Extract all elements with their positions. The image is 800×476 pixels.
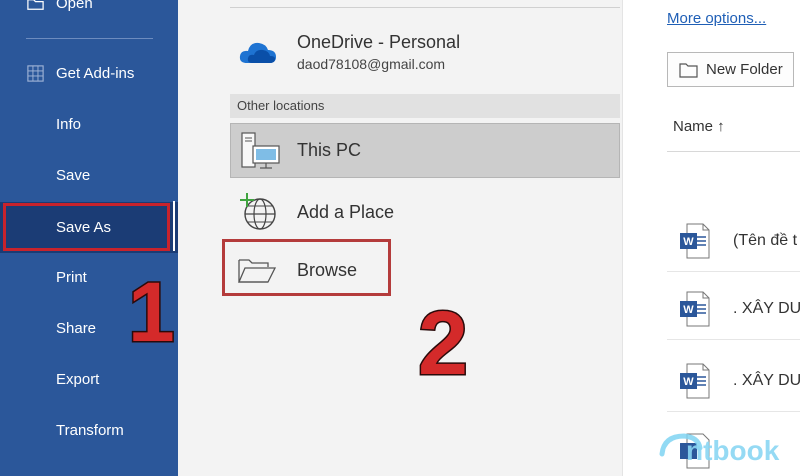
- svg-text:W: W: [683, 376, 694, 388]
- file-name: . XÂY DU: [733, 372, 800, 389]
- file-row-partial[interactable]: [667, 422, 800, 476]
- step-number-2: 2: [416, 293, 469, 396]
- browse-label: Browse: [297, 260, 358, 280]
- sidebar-item-info[interactable]: Info: [0, 99, 178, 150]
- location-browse[interactable]: Browse: [230, 246, 620, 294]
- new-folder-icon: [679, 62, 698, 78]
- sidebar-item-export[interactable]: Export: [0, 354, 178, 405]
- word-doc-icon: [680, 433, 710, 469]
- file-list-panel: More options... New Folder Name ↑ W (Tên…: [622, 0, 800, 476]
- onedrive-email: daod78108@gmail.com: [297, 56, 446, 72]
- folder-open-icon: [27, 0, 44, 10]
- this-pc-label: This PC: [297, 140, 362, 160]
- sidebar-item-label: Transform: [56, 422, 124, 439]
- sidebar-divider: [26, 38, 153, 39]
- backstage-sidebar: Open Get Add-ins Info Save Save As Print…: [0, 0, 178, 476]
- computer-icon: [241, 132, 280, 169]
- personal-section-edge: [230, 0, 620, 8]
- add-place-label: Add a Place: [297, 202, 395, 222]
- name-column-header[interactable]: Name ↑: [673, 118, 725, 135]
- globe-add-icon: [240, 193, 276, 230]
- word-doc-icon: W: [680, 363, 710, 399]
- sidebar-item-transform[interactable]: Transform: [0, 405, 178, 456]
- sidebar-item-save[interactable]: Save: [0, 150, 178, 201]
- location-onedrive[interactable]: OneDrive - Personal daod78108@gmail.com: [230, 28, 620, 82]
- onedrive-title: OneDrive - Personal: [297, 32, 461, 52]
- file-row[interactable]: W (Tên đề t: [667, 212, 800, 272]
- folder-icon: [238, 259, 277, 283]
- header-divider: [667, 151, 800, 152]
- add-ins-grid-icon: [27, 65, 44, 82]
- word-doc-icon: W: [680, 223, 710, 259]
- sidebar-item-label: Print: [56, 269, 87, 286]
- locations-panel: OneDrive - Personal daod78108@gmail.com …: [178, 0, 622, 476]
- file-name: (Tên đề t: [733, 232, 798, 249]
- location-this-pc[interactable]: This PC: [230, 123, 620, 178]
- word-doc-icon: W: [680, 291, 710, 327]
- sidebar-item-label: Get Add-ins: [56, 65, 135, 82]
- new-folder-label: New Folder: [706, 61, 783, 78]
- svg-text:W: W: [683, 304, 694, 316]
- sidebar-item-label: Save As: [56, 219, 112, 236]
- more-options-link[interactable]: More options...: [667, 10, 766, 27]
- other-locations-header: Other locations: [230, 94, 620, 118]
- sidebar-item-label: Info: [56, 116, 82, 133]
- svg-text:W: W: [683, 236, 694, 248]
- sidebar-item-label: Save: [56, 167, 91, 184]
- step-number-1: 1: [127, 264, 177, 361]
- cloud-icon: [239, 42, 276, 63]
- selection-edge: [173, 201, 175, 251]
- file-name: . XÂY DU: [733, 300, 800, 317]
- sidebar-item-label: Open: [56, 0, 93, 12]
- sidebar-item-get-add-ins[interactable]: Get Add-ins: [0, 48, 178, 99]
- location-add-a-place[interactable]: Add a Place: [230, 188, 620, 236]
- file-row[interactable]: W . XÂY DU: [667, 280, 800, 340]
- new-folder-button[interactable]: New Folder: [667, 52, 794, 87]
- sidebar-item-label: Export: [56, 371, 100, 388]
- file-row[interactable]: W . XÂY DU: [667, 352, 800, 412]
- sidebar-item-save-as[interactable]: Save As: [0, 202, 178, 253]
- sidebar-item-open[interactable]: Open: [0, 0, 178, 29]
- sidebar-item-label: Share: [56, 320, 97, 337]
